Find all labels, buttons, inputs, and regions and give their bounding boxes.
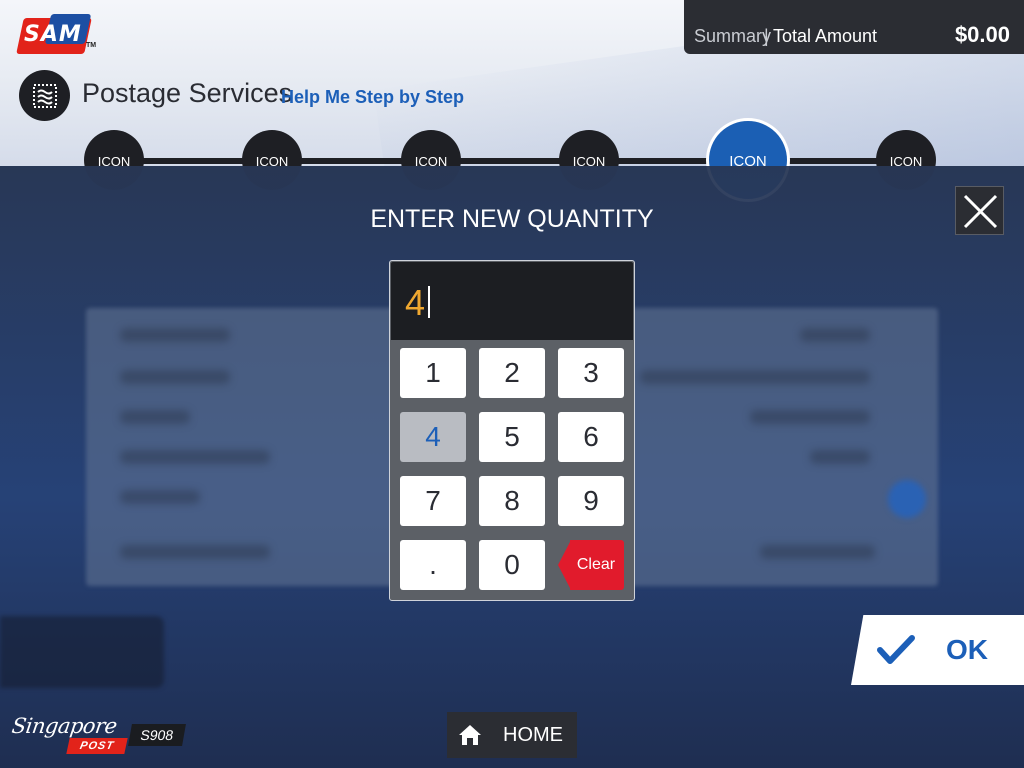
close-button[interactable] <box>955 186 1004 235</box>
blurred-back-button <box>0 616 164 688</box>
total-amount-value: $0.00 <box>954 22 1010 47</box>
key-5[interactable]: 5 <box>479 412 545 462</box>
sam-logo: SAM TM <box>16 14 97 56</box>
home-icon <box>459 725 481 745</box>
key-decimal[interactable]: . <box>400 540 466 590</box>
summary-separator: | <box>764 26 769 46</box>
close-icon <box>963 194 998 229</box>
blurred-row <box>750 410 870 424</box>
clear-button[interactable]: Clear <box>558 540 624 590</box>
total-amount-label: Total Amount <box>773 26 878 46</box>
ok-button-content[interactable]: OK <box>876 628 988 672</box>
key-9[interactable]: 9 <box>558 476 624 526</box>
blurred-row <box>120 450 270 464</box>
help-step-by-step-link[interactable]: Help Me Step by Step <box>281 87 464 108</box>
blurred-row <box>640 370 870 384</box>
summary-label: Summary <box>694 26 772 46</box>
kiosk-id-badge: S908 <box>128 724 186 746</box>
key-2[interactable]: 2 <box>479 348 545 398</box>
blurred-row <box>120 545 270 559</box>
key-7[interactable]: 7 <box>400 476 466 526</box>
ok-label: OK <box>946 634 988 665</box>
key-0[interactable]: 0 <box>479 540 545 590</box>
key-3[interactable]: 3 <box>558 348 624 398</box>
summary-bar[interactable]: Summary | Total Amount $0.00 <box>684 0 1024 54</box>
checkmark-icon <box>877 635 915 664</box>
logo-text: SAM <box>24 22 82 47</box>
key-1[interactable]: 1 <box>400 348 466 398</box>
home-button[interactable]: HOME <box>447 712 577 758</box>
blurred-info-button <box>888 480 926 518</box>
home-label: HOME <box>503 723 563 746</box>
clear-label: Clear <box>576 556 616 573</box>
quantity-value: 4 <box>405 282 426 323</box>
blurred-row <box>120 410 190 424</box>
stepper-track <box>110 158 910 164</box>
logo-post: POST <box>66 738 128 754</box>
key-6[interactable]: 6 <box>558 412 624 462</box>
text-caret <box>428 286 430 318</box>
logo-trademark: TM <box>86 42 97 49</box>
blurred-row <box>120 370 230 384</box>
singapore-post-logo: Singapore POST <box>10 714 128 758</box>
blurred-row <box>120 490 200 504</box>
blurred-row <box>120 328 230 342</box>
key-8[interactable]: 8 <box>479 476 545 526</box>
key-4[interactable]: 4 <box>400 412 466 462</box>
quantity-display[interactable]: 4 <box>391 262 633 340</box>
blurred-row <box>800 328 870 342</box>
modal-title: ENTER NEW QUANTITY <box>370 205 654 233</box>
page-title: Postage Services <box>82 78 293 108</box>
blurred-row <box>760 545 875 559</box>
stamp-icon <box>19 70 70 121</box>
blurred-row <box>810 450 870 464</box>
logo-script: Singapore <box>10 714 119 738</box>
